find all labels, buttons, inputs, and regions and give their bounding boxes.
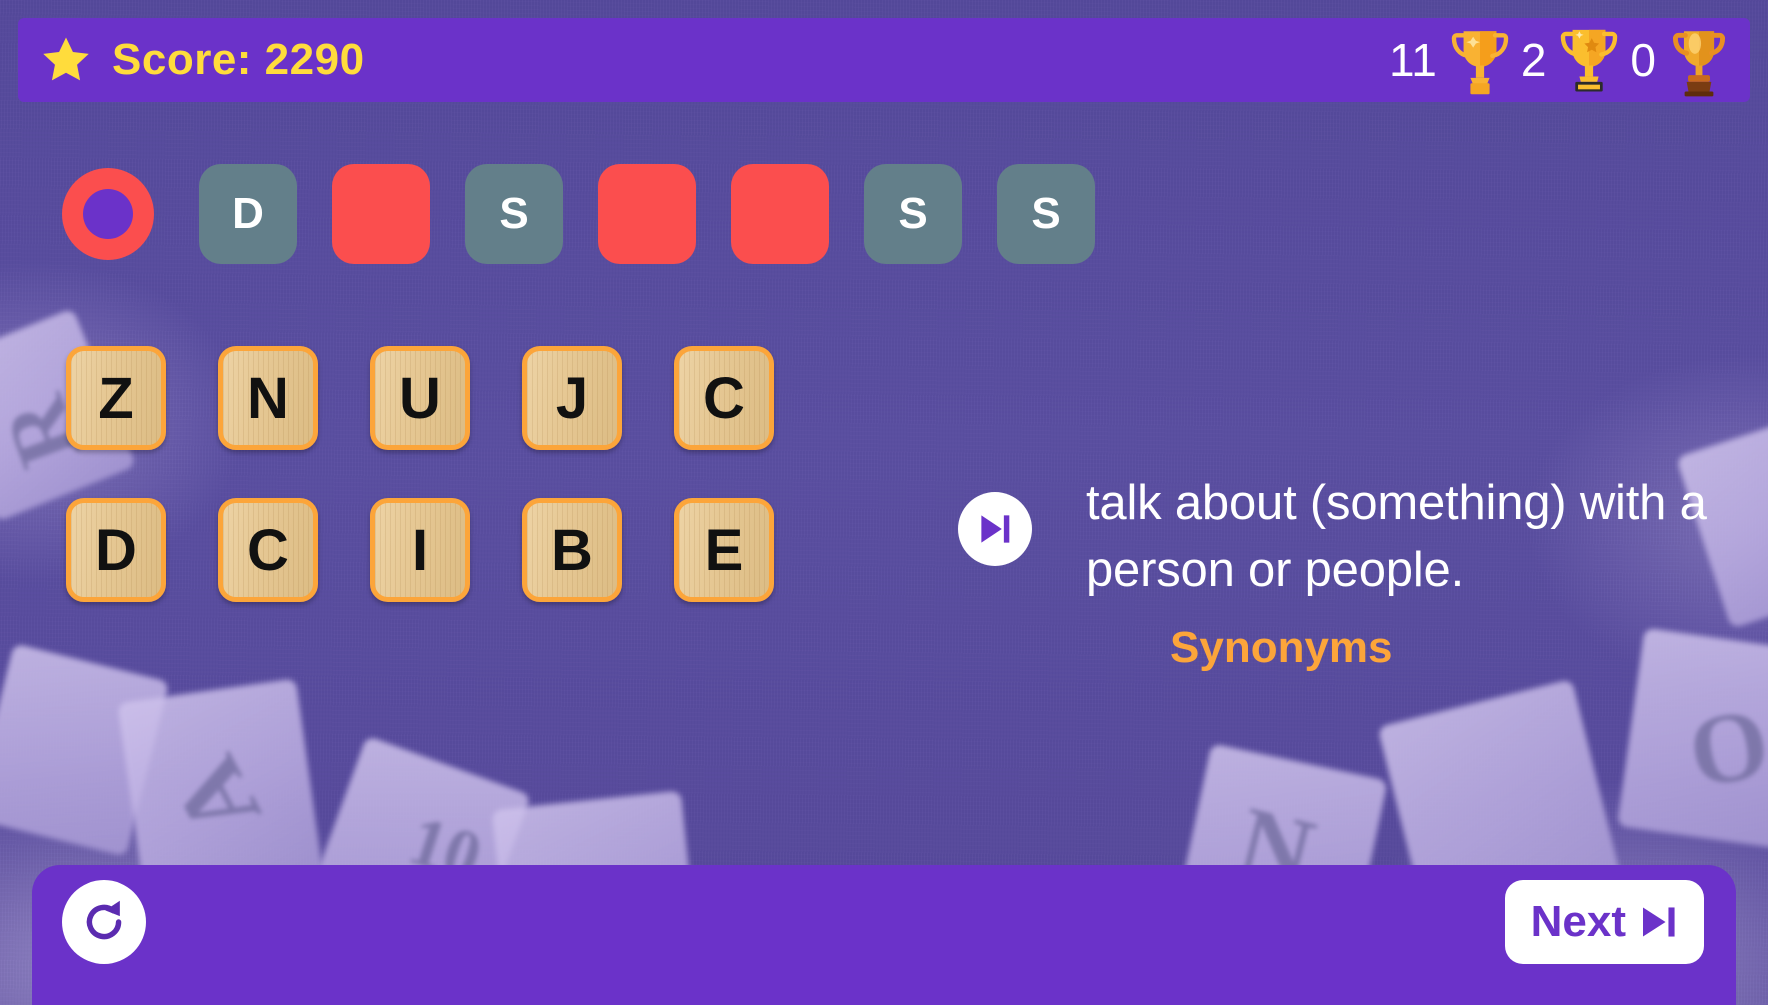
letter-tile[interactable]: N — [218, 346, 318, 450]
letter-tile[interactable]: C — [674, 346, 774, 450]
trophy-star-icon — [1561, 29, 1618, 92]
trophy-counter-1: 11 — [1389, 23, 1513, 97]
trophy-count-bronze: 0 — [1630, 34, 1656, 86]
skip-play-icon — [981, 515, 1010, 543]
trophy-bronze-icon — [1672, 31, 1726, 97]
letter-tiles-tray: Z N U J C D C I B E — [66, 346, 774, 650]
word-slot-letter: S — [1031, 189, 1061, 238]
synonyms-link[interactable]: Synonyms — [1170, 623, 1393, 673]
refresh-icon — [86, 900, 122, 940]
trophy-group: 11 2 0 — [1389, 23, 1736, 97]
word-slot-4[interactable] — [598, 164, 696, 264]
clue-panel: talk about (something) with a person or … — [958, 470, 1758, 673]
restart-button[interactable] — [62, 880, 146, 964]
letter-tile[interactable]: C — [218, 498, 318, 602]
letter-tile[interactable]: J — [522, 346, 622, 450]
game-screen: R A 10 N O Score: 2290 11 2 0 D S S S Z … — [0, 0, 1768, 1005]
top-status-bar: Score: 2290 11 2 0 — [18, 18, 1750, 102]
word-slot-5[interactable] — [731, 164, 829, 264]
letter-tile[interactable]: Z — [66, 346, 166, 450]
letter-tile-row-1: Z N U J C — [66, 346, 774, 450]
trophy-gold-icon — [1451, 31, 1509, 95]
letter-tile[interactable]: I — [370, 498, 470, 602]
trophy-count-star: 2 — [1520, 34, 1547, 86]
speak-definition-button[interactable] — [958, 492, 1032, 566]
next-button-label: Next — [1530, 897, 1626, 946]
word-slot-7[interactable]: S — [997, 164, 1095, 264]
letter-tile[interactable]: E — [674, 498, 774, 602]
trophy-counter-2: 2 — [1521, 23, 1623, 97]
word-slots-row: D S S S — [62, 164, 1130, 264]
word-slot-2[interactable] — [332, 164, 430, 264]
star-icon — [43, 37, 89, 81]
trophy-count-gold: 11 — [1389, 34, 1437, 86]
letter-tile[interactable]: U — [370, 346, 470, 450]
skip-play-icon — [1643, 907, 1675, 937]
trophy-counter-3: 0 — [1630, 23, 1732, 97]
score-group: Score: 2290 — [40, 34, 365, 86]
next-button[interactable]: Next — [1504, 880, 1704, 964]
letter-tile-row-2: D C I B E — [66, 498, 774, 602]
word-slot-letter: S — [499, 189, 529, 238]
word-slot-letter: S — [898, 189, 928, 238]
letter-tile[interactable]: B — [522, 498, 622, 602]
bottom-action-bar: Next — [32, 865, 1736, 1005]
current-slot-indicator — [62, 168, 154, 260]
word-slot-1[interactable]: D — [199, 164, 297, 264]
indicator-core — [83, 189, 133, 239]
definition-text: talk about (something) with a person or … — [1086, 476, 1707, 597]
letter-tile[interactable]: D — [66, 498, 166, 602]
word-slot-letter: D — [232, 189, 264, 238]
word-slot-6[interactable]: S — [864, 164, 962, 264]
score-label: Score: 2290 — [112, 35, 365, 84]
word-slot-3[interactable]: S — [465, 164, 563, 264]
